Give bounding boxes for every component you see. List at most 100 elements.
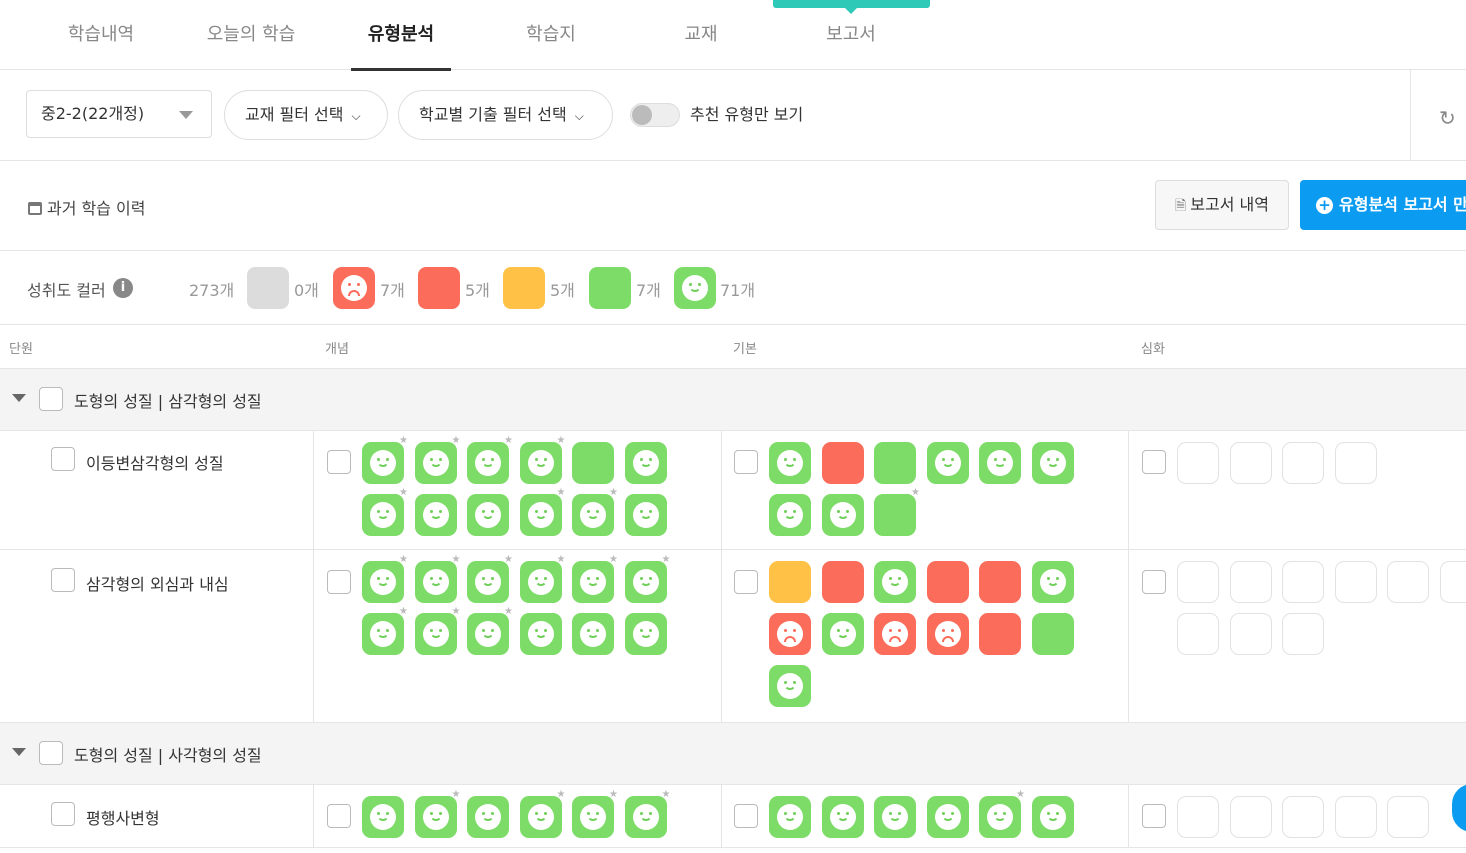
unit-checkbox[interactable] xyxy=(39,387,63,411)
achievement-cell-green-smile[interactable]: ★ xyxy=(467,436,513,484)
achievement-cell-empty[interactable] xyxy=(1439,561,1466,603)
achievement-cell-red[interactable] xyxy=(979,613,1021,655)
past-history-link[interactable]: 과거 학습 이력 xyxy=(28,195,146,219)
achievement-cell-empty[interactable] xyxy=(1229,613,1272,655)
achievement-cell-green-smile[interactable] xyxy=(362,796,404,838)
achievement-cell-red[interactable] xyxy=(821,442,864,484)
advanced-checkbox[interactable] xyxy=(1142,450,1166,474)
achievement-cell-green-smile[interactable] xyxy=(624,494,667,536)
achievement-cell-green-smile[interactable]: ★ xyxy=(362,488,408,536)
achievement-cell-green-smile[interactable] xyxy=(519,613,562,655)
tab-today-study[interactable]: 오늘의 학습 xyxy=(176,0,326,69)
achievement-cell-red[interactable] xyxy=(821,561,864,603)
tab-study-history[interactable]: 학습내역 xyxy=(26,0,176,69)
topic-checkbox[interactable] xyxy=(51,568,75,592)
school-exam-filter-button[interactable]: 학교별 기출 필터 선택 ⌵ xyxy=(398,90,613,140)
tab-worksheet[interactable]: 학습지 xyxy=(476,0,626,69)
refresh-icon[interactable]: ↻ xyxy=(1439,106,1456,130)
report-list-button[interactable]: 🗎 보고서 내역 xyxy=(1155,180,1289,230)
achievement-cell-green-smile[interactable] xyxy=(1031,796,1074,838)
concept-checkbox[interactable] xyxy=(327,804,351,828)
achievement-cell-green-smile[interactable] xyxy=(414,494,457,536)
achievement-cell-green-smile[interactable]: ★ xyxy=(624,555,671,603)
topic-checkbox[interactable] xyxy=(51,802,75,826)
achievement-cell-red-sad[interactable] xyxy=(874,613,916,655)
achievement-cell-green-smile[interactable]: ★ xyxy=(362,607,408,655)
achievement-cell-green-smile[interactable] xyxy=(1031,442,1074,484)
achievement-cell-red-sad[interactable] xyxy=(769,613,811,655)
achievement-cell-empty[interactable] xyxy=(1282,796,1324,838)
achievement-cell-red-sad[interactable] xyxy=(926,613,969,655)
achievement-cell-green-smile[interactable] xyxy=(821,796,864,838)
achievement-cell-empty[interactable] xyxy=(1387,561,1429,603)
achievement-cell-empty[interactable] xyxy=(1177,796,1219,838)
achievement-cell-green-smile[interactable]: ★ xyxy=(572,790,618,838)
achievement-cell-empty[interactable] xyxy=(1387,796,1429,838)
achievement-cell-green-smile[interactable]: ★ xyxy=(467,607,513,655)
achievement-cell-empty[interactable] xyxy=(1282,442,1324,484)
achievement-cell-red[interactable] xyxy=(979,561,1021,603)
achievement-cell-green-smile[interactable]: ★ xyxy=(362,555,408,603)
tab-textbook[interactable]: 교재 xyxy=(626,0,776,69)
achievement-cell-green-smile[interactable] xyxy=(821,494,864,536)
achievement-cell-green-smile[interactable]: ★ xyxy=(519,555,566,603)
make-report-button[interactable]: + 유형분석 보고서 만 xyxy=(1300,180,1466,230)
achievement-cell-green-smile[interactable] xyxy=(572,613,614,655)
unit-row[interactable]: 도형의 성질 | 사각형의 성질 xyxy=(0,723,1466,785)
achievement-cell-green-smile[interactable] xyxy=(874,561,916,603)
achievement-cell-green-smile[interactable]: ★ xyxy=(362,436,408,484)
achievement-cell-green-smile[interactable]: ★ xyxy=(519,488,566,536)
basic-checkbox[interactable] xyxy=(734,570,758,594)
achievement-cell-green-smile[interactable] xyxy=(979,442,1021,484)
achievement-cell-green[interactable] xyxy=(572,442,614,484)
achievement-cell-green-smile[interactable]: ★ xyxy=(414,607,461,655)
achievement-cell-empty[interactable] xyxy=(1334,561,1377,603)
recommend-only-toggle[interactable] xyxy=(630,103,680,127)
achievement-cell-green-smile[interactable]: ★ xyxy=(519,436,566,484)
achievement-cell-green-smile[interactable] xyxy=(467,796,509,838)
basic-checkbox[interactable] xyxy=(734,804,758,828)
achievement-cell-orange[interactable] xyxy=(769,561,811,603)
achievement-cell-empty[interactable] xyxy=(1334,796,1377,838)
achievement-cell-green[interactable] xyxy=(874,442,916,484)
achievement-cell-green-smile[interactable] xyxy=(926,442,969,484)
achievement-cell-green-smile[interactable] xyxy=(769,494,811,536)
achievement-cell-green-smile[interactable]: ★ xyxy=(979,790,1025,838)
advanced-checkbox[interactable] xyxy=(1142,804,1166,828)
advanced-checkbox[interactable] xyxy=(1142,570,1166,594)
achievement-cell-green-smile[interactable]: ★ xyxy=(624,790,671,838)
achievement-cell-green-smile[interactable]: ★ xyxy=(572,488,618,536)
topic-checkbox[interactable] xyxy=(51,447,75,471)
achievement-cell-green-smile[interactable]: ★ xyxy=(414,790,461,838)
achievement-cell-empty[interactable] xyxy=(1282,613,1324,655)
achievement-cell-red[interactable] xyxy=(926,561,969,603)
textbook-filter-button[interactable]: 교재 필터 선택 ⌵ xyxy=(224,90,388,140)
achievement-cell-green-smile[interactable] xyxy=(821,613,864,655)
achievement-cell-green-smile[interactable] xyxy=(769,665,811,707)
achievement-cell-green-smile[interactable] xyxy=(874,796,916,838)
achievement-cell-green-smile[interactable] xyxy=(467,494,509,536)
grade-select[interactable]: 중2-2(22개정) xyxy=(26,90,212,138)
achievement-cell-green-smile[interactable] xyxy=(769,442,811,484)
concept-checkbox[interactable] xyxy=(327,450,351,474)
unit-row[interactable]: 도형의 성질 | 삼각형의 성질 xyxy=(0,369,1466,431)
achievement-cell-green-smile[interactable] xyxy=(624,442,667,484)
achievement-cell-green-smile[interactable]: ★ xyxy=(414,555,461,603)
tab-type-analysis[interactable]: 유형분석 xyxy=(351,0,451,71)
achievement-cell-green-smile[interactable]: ★ xyxy=(414,436,461,484)
achievement-cell-green-smile[interactable] xyxy=(1031,561,1074,603)
achievement-cell-green-smile[interactable] xyxy=(926,796,969,838)
achievement-cell-empty[interactable] xyxy=(1229,442,1272,484)
collapse-triangle-icon[interactable] xyxy=(12,748,26,756)
achievement-cell-green-smile[interactable] xyxy=(624,613,667,655)
achievement-cell-green-smile[interactable]: ★ xyxy=(467,555,513,603)
concept-checkbox[interactable] xyxy=(327,570,351,594)
achievement-cell-green-smile[interactable]: ★ xyxy=(519,790,566,838)
achievement-cell-empty[interactable] xyxy=(1177,442,1219,484)
collapse-triangle-icon[interactable] xyxy=(12,394,26,402)
basic-checkbox[interactable] xyxy=(734,450,758,474)
achievement-cell-green-smile[interactable]: ★ xyxy=(572,555,618,603)
achievement-cell-empty[interactable] xyxy=(1177,561,1219,603)
achievement-cell-empty[interactable] xyxy=(1334,442,1377,484)
unit-checkbox[interactable] xyxy=(39,741,63,765)
